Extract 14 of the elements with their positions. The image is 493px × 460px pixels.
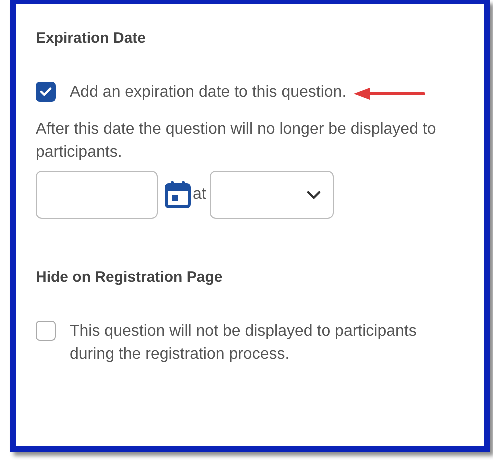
section-heading: Expiration Date	[36, 30, 148, 47]
annotation-arrow	[354, 87, 426, 101]
help-text: After this date the question will no longer be displayed to participants.	[36, 120, 438, 163]
date-field[interactable]	[36, 171, 158, 219]
time-dropdown[interactable]	[210, 171, 334, 219]
checkbox[interactable]	[36, 82, 56, 102]
section-heading: Hide on Registration Page	[36, 269, 224, 286]
at-label: at	[193, 186, 206, 204]
checkbox[interactable]	[36, 321, 56, 341]
chevron-down-icon	[307, 190, 322, 200]
checkbox-label: Add an expiration date to this question.	[70, 83, 347, 103]
checkmark-icon	[40, 87, 52, 97]
checkbox-label: This question will not be displayed to participants during the registration process.	[70, 322, 418, 365]
calendar-icon[interactable]	[165, 181, 191, 209]
